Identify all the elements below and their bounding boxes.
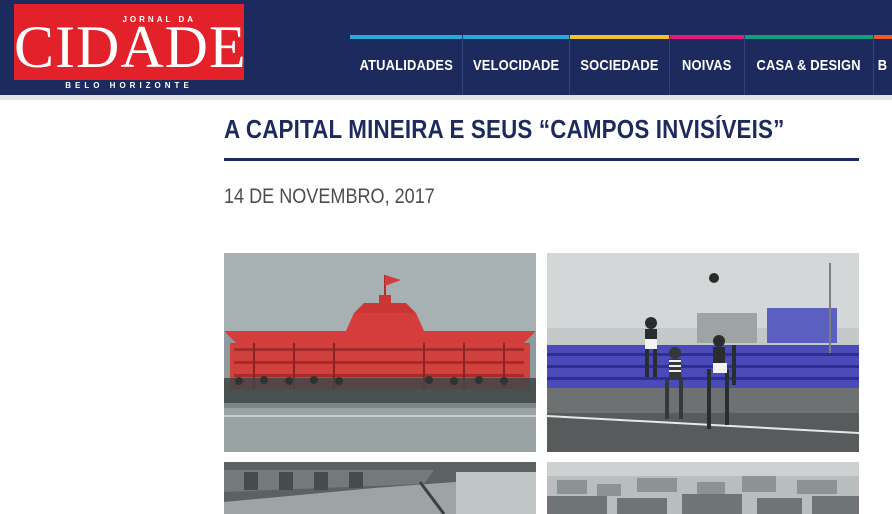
nav-item-label: CASA & DESIGN	[756, 56, 862, 74]
article-title: A CAPITAL MINEIRA E SEUS “CAMPOS INVISÍV…	[224, 114, 785, 144]
site-logo[interactable]: JORNAL DA CIDADE BELO HORIZONTE	[14, 4, 247, 92]
nav-color-bar	[745, 35, 873, 39]
nav-item-velocidade[interactable]: VELOCIDADE	[463, 35, 570, 95]
nav-color-bar	[463, 35, 569, 39]
nav-item-label: ATUALIDADES	[359, 56, 453, 74]
nav-item-label: NOIVAS	[682, 56, 732, 74]
nav-color-bar	[874, 35, 892, 39]
article-date: 14 DE NOVEMBRO, 2017	[224, 185, 435, 208]
photo-grandstand-red[interactable]	[224, 253, 536, 452]
nav-color-bar	[350, 35, 462, 39]
header-divider	[0, 95, 892, 100]
nav-color-bar	[570, 35, 669, 39]
nav-color-bar	[670, 35, 744, 39]
nav-item-label: SOCIEDADE	[580, 56, 659, 74]
logo-title: CIDADE	[14, 14, 247, 80]
title-divider	[224, 158, 859, 161]
photo-football-match-blue[interactable]	[547, 253, 859, 452]
nav-item-sociedade[interactable]: SOCIEDADE	[570, 35, 670, 95]
nav-item-noivas[interactable]: NOIVAS	[670, 35, 745, 95]
main-nav: ATUALIDADES VELOCIDADE SOCIEDADE NOIVAS …	[350, 35, 892, 95]
nav-item-label: VELOCIDADE	[472, 56, 560, 74]
photo-city-aerial[interactable]	[547, 462, 859, 514]
site-header: JORNAL DA CIDADE BELO HORIZONTE ATUALIDA…	[0, 0, 892, 95]
nav-item-label: B	[878, 56, 888, 74]
nav-item-overflow[interactable]: B	[874, 35, 892, 95]
photo-stadium-structure[interactable]	[224, 462, 536, 514]
logo-city: BELO HORIZONTE	[65, 81, 193, 90]
nav-item-casa-design[interactable]: CASA & DESIGN	[745, 35, 874, 95]
nav-item-atualidades[interactable]: ATUALIDADES	[350, 35, 463, 95]
